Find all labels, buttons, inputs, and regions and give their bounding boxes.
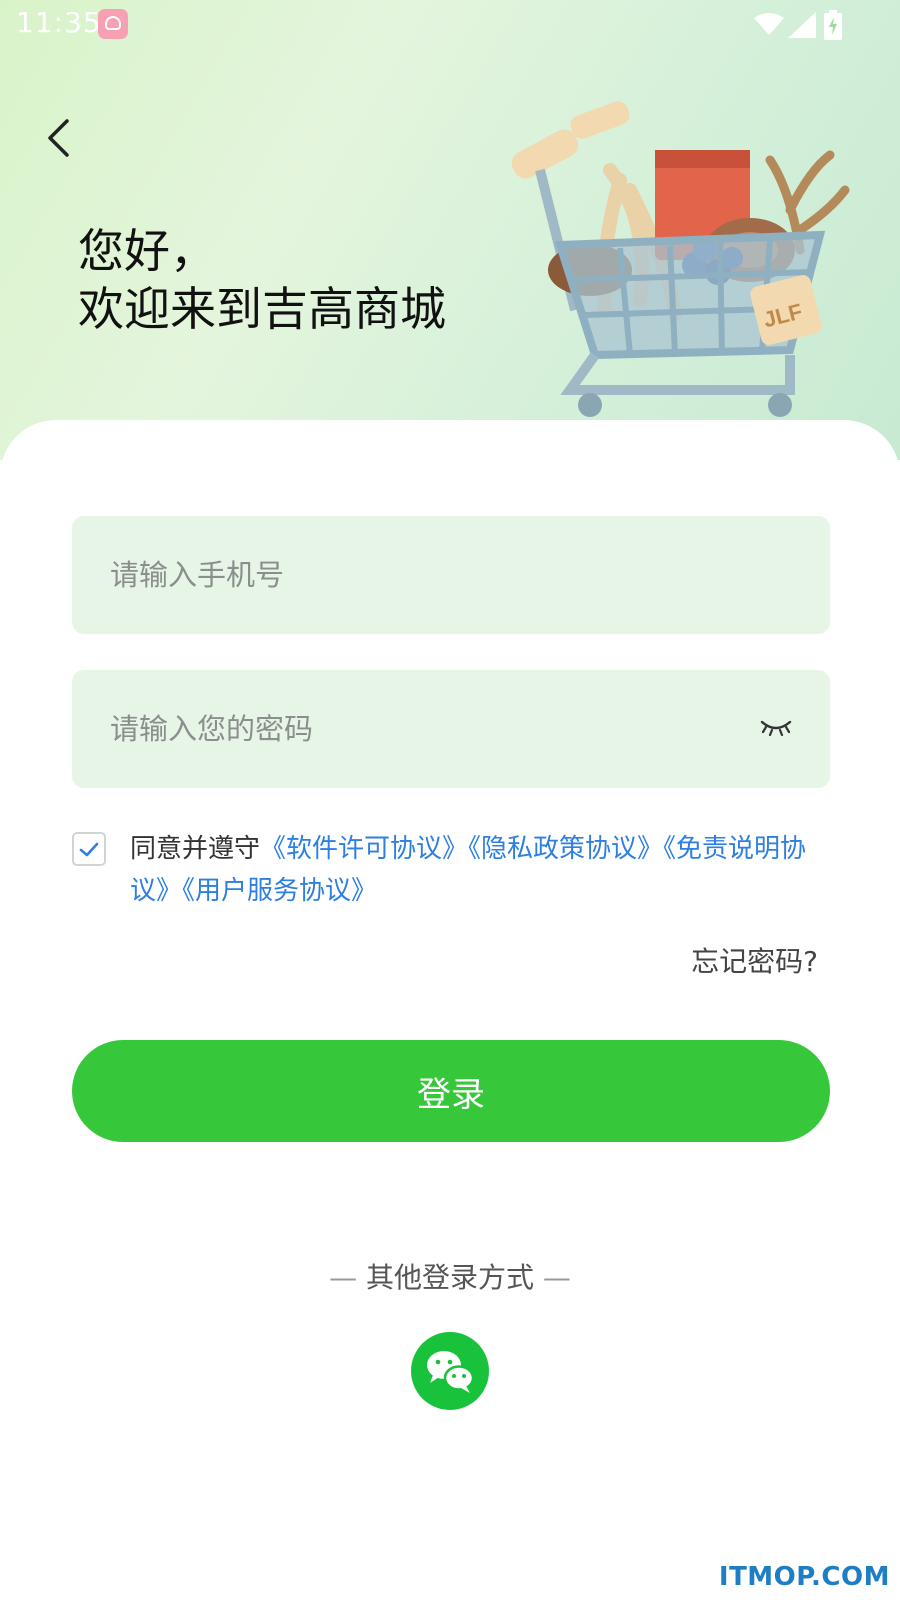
battery-charging-icon [824, 10, 842, 40]
greeting-line-1: 您好， [78, 224, 216, 278]
check-icon [79, 842, 99, 857]
phone-input[interactable] [72, 516, 830, 634]
wechat-login-button[interactable] [411, 1332, 489, 1410]
other-login-label: 其他登录方式 [365, 1261, 534, 1294]
privacy-policy-link[interactable]: 《隐私政策协议》 [468, 834, 663, 864]
signal-icon [788, 12, 816, 38]
hero-banner: 11:35 您好， 欢迎来到吉高商城 JLF [0, 0, 900, 460]
status-icons [754, 10, 844, 40]
other-login-divider: — 其他登录方式 — [329, 1261, 571, 1294]
shopping-cart-illustration: JLF [511, 101, 850, 417]
forgot-password-link[interactable]: 忘记密码? [691, 940, 818, 980]
chevron-left-icon [48, 119, 69, 157]
agreement-prefix: 同意并遵守 [130, 834, 261, 864]
software-license-link[interactable]: 《软件许可协议》 [260, 834, 468, 864]
wechat-icon [427, 1351, 475, 1393]
welcome-heading: 您好， 欢迎来到吉高商城 [78, 222, 446, 338]
user-service-link[interactable]: 《用户服务协议》 [182, 876, 377, 906]
password-field[interactable] [72, 670, 830, 788]
status-time: 11:35 [16, 6, 102, 39]
password-visibility-toggle[interactable] [756, 710, 796, 746]
agreement-text: 同意并遵守《软件许可协议》《隐私政策协议》《免责说明协议》《用户服务协议》 [130, 828, 830, 912]
login-button[interactable]: 登录 [72, 1040, 830, 1142]
phone-field[interactable] [72, 516, 830, 634]
greeting-line-2: 欢迎来到吉高商城 [78, 282, 446, 336]
wifi-icon [754, 13, 784, 35]
agreement-checkbox[interactable] [72, 832, 106, 866]
back-button[interactable] [38, 112, 78, 164]
password-input[interactable] [72, 670, 830, 788]
eye-closed-icon [760, 720, 792, 737]
app-notification-icon [98, 9, 128, 39]
status-bar: 11:35 [0, 0, 900, 48]
watermark: ITMOP.COM [718, 1562, 890, 1592]
